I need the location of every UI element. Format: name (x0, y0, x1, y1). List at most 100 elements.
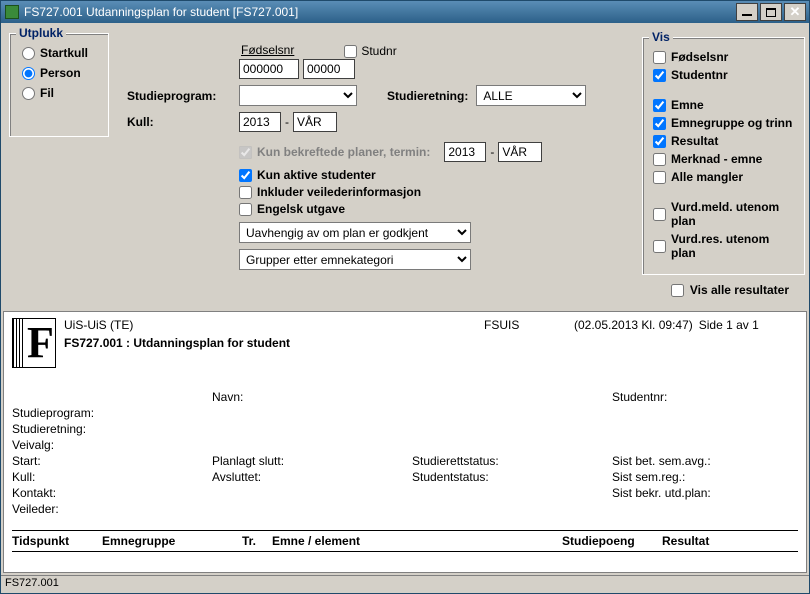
aktive-checkbox[interactable] (239, 169, 252, 182)
vis-alle-label: Vis alle resultater (690, 283, 789, 297)
gruppe-select[interactable]: Grupper etter emnekategori (239, 249, 471, 270)
lbl-veivalg: Veivalg: (12, 438, 212, 452)
fodselsnr2-input[interactable] (303, 59, 355, 79)
kull-year-input[interactable] (239, 112, 281, 132)
aktive-row[interactable]: Kun aktive studenter (239, 168, 637, 182)
godkjent-select[interactable]: Uavhengig av om plan er godkjent (239, 222, 471, 243)
report-logo: F (12, 318, 56, 368)
window-title: FS727.001 Utdanningsplan for student [FS… (24, 5, 734, 19)
col-studiepoeng: Studiepoeng (562, 534, 662, 548)
lbl-studentnr: Studentnr: (612, 390, 792, 404)
bekreft-checkbox (239, 146, 252, 159)
vis-allemangler[interactable]: Alle mangler (653, 170, 796, 184)
radio-person-input[interactable] (22, 67, 35, 80)
bekreft-row: Kun bekreftede planer, termin: - (127, 142, 637, 162)
radio-startkull[interactable]: Startkull (20, 46, 98, 60)
veileder-label: Inkluder veilederinformasjon (257, 185, 421, 199)
vis-emnegruppe[interactable]: Emnegruppe og trinn (653, 116, 796, 130)
utplukk-legend: Utplukk (16, 26, 66, 40)
studieretning-select[interactable]: ALLE (476, 85, 586, 106)
lbl-studieprogram: Studieprogram: (12, 406, 212, 420)
kull-term-input[interactable] (293, 112, 337, 132)
utplukk-fieldset: Utplukk Startkull Person Fil (9, 33, 109, 137)
statusbar: FS727.001 (1, 575, 809, 593)
col-resultat: Resultat (662, 534, 719, 548)
lbl-planlagt-slutt: Planlagt slutt: (212, 454, 412, 468)
vis-fieldset: Vis Fødselsnr Studentnr Emne Emnegruppe … (642, 37, 805, 275)
window-buttons: ✕ (734, 3, 806, 21)
close-button[interactable]: ✕ (784, 3, 806, 21)
minimize-button[interactable] (736, 3, 758, 21)
lbl-navn: Navn: (212, 390, 412, 404)
report-area: F UiS-UiS (TE) FSUIS (02.05.2013 Kl. 09:… (3, 311, 807, 573)
vis-vurdmeld[interactable]: Vurd.meld. utenom plan (653, 200, 796, 228)
gruppe-row: Grupper etter emnekategori (239, 249, 637, 270)
report-inst: UiS-UiS (TE) (64, 318, 484, 332)
radio-fil-input[interactable] (22, 87, 35, 100)
studieprogram-select[interactable] (239, 85, 357, 106)
lbl-studieretning: Studieretning: (12, 422, 212, 436)
titlebar: FS727.001 Utdanningsplan for student [FS… (1, 1, 809, 23)
report-body: Navn: Studentnr: Studieprogram: Studiere… (12, 390, 798, 552)
col-tr: Tr. (242, 534, 272, 548)
report-header: F UiS-UiS (TE) FSUIS (02.05.2013 Kl. 09:… (12, 318, 798, 368)
lbl-kull: Kull: (12, 470, 212, 484)
statusbar-text: FS727.001 (5, 577, 59, 589)
vis-resultat[interactable]: Resultat (653, 134, 796, 148)
radio-startkull-input[interactable] (22, 47, 35, 60)
lbl-kontakt: Kontakt: (12, 486, 212, 500)
kull-label: Kull: (127, 115, 239, 129)
form-panel: Fødselsnr Studnr Studieprogram: (127, 29, 637, 276)
radio-startkull-label: Startkull (40, 46, 88, 60)
lbl-veileder-rpt: Veileder: (12, 502, 212, 516)
studieretning-label: Studieretning: (387, 89, 468, 103)
vis-legend: Vis (649, 30, 673, 44)
fodselsnr-label: Fødselsnr (241, 43, 294, 57)
fodselsnr1-input[interactable] (239, 59, 299, 79)
fodselsnr-row: Fødselsnr Studnr (127, 43, 637, 79)
vis-vurdres[interactable]: Vurd.res. utenom plan (653, 232, 796, 260)
godkjent-row: Uavhengig av om plan er godkjent (239, 222, 637, 243)
bekreft-term-input[interactable] (498, 142, 542, 162)
vis-merknad[interactable]: Merknad - emne (653, 152, 796, 166)
window: FS727.001 Utdanningsplan for student [FS… (0, 0, 810, 594)
engelsk-row[interactable]: Engelsk utgave (239, 202, 637, 216)
aktive-label: Kun aktive studenter (257, 168, 376, 182)
studnr-label: Studnr (361, 44, 396, 58)
studieprogram-row: Studieprogram: Studieretning: ALLE (127, 85, 637, 106)
studnr-checkbox[interactable] (344, 45, 357, 58)
radio-person[interactable]: Person (20, 66, 98, 80)
vis-alle-row[interactable]: Vis alle resultater (671, 283, 789, 297)
report-columns: Tidspunkt Emnegruppe Tr. Emne / element … (12, 530, 798, 552)
radio-person-label: Person (40, 66, 81, 80)
kull-row: Kull: - (127, 112, 637, 132)
radio-fil[interactable]: Fil (20, 86, 98, 100)
vis-fodselsnr[interactable]: Fødselsnr (653, 50, 796, 64)
col-tidspunkt: Tidspunkt (12, 534, 102, 548)
lbl-studentstatus: Studentstatus: (412, 470, 612, 484)
lbl-sist-reg: Sist sem.reg.: (612, 470, 792, 484)
lbl-sist-bet: Sist bet. sem.avg.: (612, 454, 792, 468)
controls-panel: Utplukk Startkull Person Fil Fødselsnr (1, 23, 809, 309)
lbl-sist-bekr: Sist bekr. utd.plan: (612, 486, 792, 500)
vis-emne[interactable]: Emne (653, 98, 796, 112)
vis-alle-checkbox[interactable] (671, 284, 684, 297)
studieprogram-label: Studieprogram: (127, 89, 239, 103)
engelsk-checkbox[interactable] (239, 203, 252, 216)
veileder-row[interactable]: Inkluder veilederinformasjon (239, 185, 637, 199)
lbl-studierettstatus: Studierettstatus: (412, 454, 612, 468)
col-emnegruppe: Emnegruppe (102, 534, 242, 548)
col-emne: Emne / element (272, 534, 562, 548)
bekreft-label: Kun bekreftede planer, termin: (257, 145, 430, 159)
report-timestamp: (02.05.2013 Kl. 09:47) (574, 318, 693, 332)
veileder-checkbox[interactable] (239, 186, 252, 199)
maximize-button[interactable] (760, 3, 782, 21)
report-page: Side 1 av 1 (699, 318, 759, 332)
lbl-start: Start: (12, 454, 212, 468)
engelsk-label: Engelsk utgave (257, 202, 345, 216)
app-icon (5, 5, 19, 19)
report-system: FSUIS (484, 318, 574, 332)
bekreft-year-input[interactable] (444, 142, 486, 162)
vis-studentnr[interactable]: Studentnr (653, 68, 796, 82)
report-title: FS727.001 : Utdanningsplan for student (64, 336, 798, 350)
